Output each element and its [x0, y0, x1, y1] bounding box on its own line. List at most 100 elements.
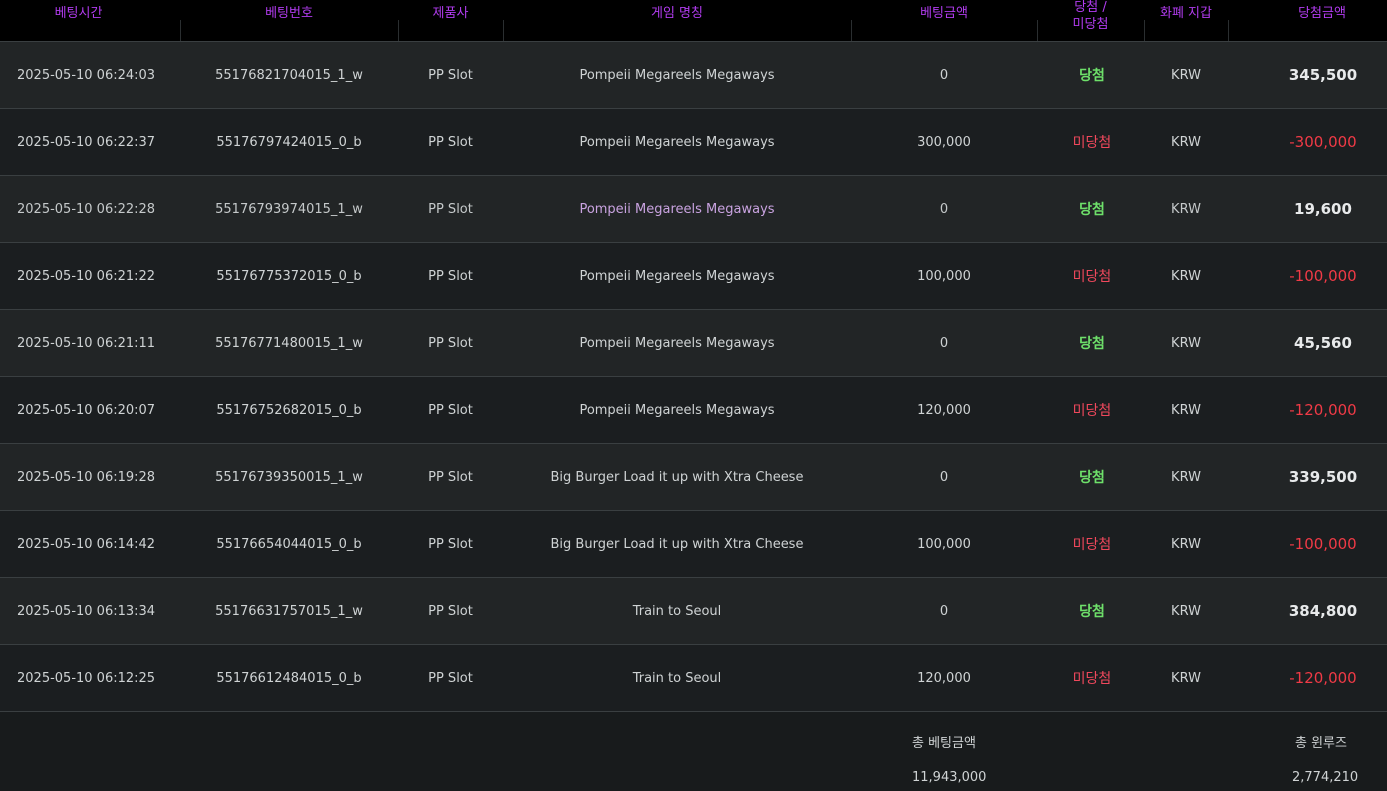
table-row[interactable]: 2025-05-10 06:21:11 55176771480015_1_w PP … — [0, 310, 1387, 377]
win-amount-cell: -100,000 — [1228, 243, 1387, 309]
header-win-amount[interactable]: 당첨금액 — [1228, 0, 1387, 41]
bet-no-cell-text: 55176821704015_1_w — [215, 67, 363, 83]
table-row[interactable]: 2025-05-10 06:21:22 55176775372015_0_b PP … — [0, 243, 1387, 310]
game-name-cell-text: Train to Seoul — [632, 603, 722, 619]
result-badge: 당첨 — [1037, 578, 1147, 644]
header-bet-time[interactable]: 베팅시간 — [0, 0, 157, 41]
provider-cell-text: PP Slot — [428, 670, 473, 686]
win-amount-cell: -120,000 — [1228, 377, 1387, 443]
table-row[interactable]: 2025-05-10 06:24:03 55176821704015_1_w PP … — [0, 42, 1387, 109]
provider-cell: PP Slot — [398, 243, 503, 309]
bet-no-cell-text: 55176631757015_1_w — [215, 603, 363, 619]
bet-amount-cell: 0 — [851, 578, 1037, 644]
bet-amount-cell: 100,000 — [851, 243, 1037, 309]
total-winloss-value: 2,774,210 — [1292, 770, 1359, 785]
header-result[interactable]: 당첨 / 미당첨 — [1037, 0, 1144, 41]
bet-no-cell: 55176612484015_0_b — [180, 645, 398, 711]
bet-time-cell: 2025-05-10 06:24:03 — [17, 42, 177, 108]
game-name-cell: Pompeii Megareels Megaways — [503, 377, 851, 443]
currency-cell-text: KRW — [1171, 402, 1201, 418]
currency-cell: KRW — [1144, 444, 1228, 510]
header-wallet[interactable]: 화폐 지갑 — [1144, 0, 1228, 41]
bet-amount-cell-text: 100,000 — [917, 536, 971, 552]
provider-cell: PP Slot — [398, 109, 503, 175]
table-row[interactable]: 2025-05-10 06:22:37 55176797424015_0_b PP … — [0, 109, 1387, 176]
header-bet-no[interactable]: 베팅번호 — [180, 0, 398, 41]
result-badge-text: 당첨 — [1079, 202, 1105, 218]
currency-cell: KRW — [1144, 243, 1228, 309]
currency-cell-text: KRW — [1171, 469, 1201, 485]
header-game[interactable]: 게임 명칭 — [503, 0, 851, 41]
bet-no-cell: 55176821704015_1_w — [180, 42, 398, 108]
bet-amount-cell: 120,000 — [851, 377, 1037, 443]
win-amount-cell-text: 339,500 — [1288, 468, 1358, 486]
currency-cell-text: KRW — [1171, 201, 1201, 217]
game-name-cell-text: Train to Seoul — [632, 670, 722, 686]
provider-cell-text: PP Slot — [428, 67, 473, 83]
result-badge-text: 미당첨 — [1072, 269, 1112, 285]
bet-time-cell: 2025-05-10 06:13:34 — [17, 578, 177, 644]
bet-time-cell: 2025-05-10 06:14:42 — [17, 511, 177, 577]
game-name-cell: Big Burger Load it up with Xtra Cheese — [503, 444, 851, 510]
header-label: 제품사 — [432, 6, 469, 21]
header-bet-amount[interactable]: 베팅금액 — [851, 0, 1037, 41]
bet-no-cell-text: 55176793974015_1_w — [215, 201, 363, 217]
game-name-cell-text: Big Burger Load it up with Xtra Cheese — [550, 469, 804, 485]
result-badge: 당첨 — [1037, 444, 1147, 510]
currency-cell-text: KRW — [1171, 603, 1201, 619]
game-name-cell: Pompeii Megareels Megaways — [503, 243, 851, 309]
bet-no-cell-text: 55176752682015_0_b — [216, 402, 362, 418]
table-row[interactable]: 2025-05-10 06:14:42 55176654044015_0_b PP … — [0, 511, 1387, 578]
bet-no-cell: 55176797424015_0_b — [180, 109, 398, 175]
bet-amount-cell: 0 — [851, 444, 1037, 510]
provider-cell-text: PP Slot — [428, 201, 473, 217]
total-bet-value: 11,943,000 — [912, 770, 987, 785]
game-name-cell-text: Pompeii Megareels Megaways — [579, 67, 775, 83]
win-amount-cell: -100,000 — [1228, 511, 1387, 577]
bet-time-cell-text: 2025-05-10 06:22:37 — [17, 134, 156, 150]
currency-cell: KRW — [1144, 377, 1228, 443]
bet-amount-cell: 120,000 — [851, 645, 1037, 711]
table-footer: 총 베팅금액 11,943,000 총 윈루즈 2,774,210 — [0, 712, 1387, 791]
header-label: 베팅번호 — [265, 6, 313, 21]
table-row[interactable]: 2025-05-10 06:19:28 55176739350015_1_w PP … — [0, 444, 1387, 511]
table-row[interactable]: 2025-05-10 06:22:28 55176793974015_1_w PP … — [0, 176, 1387, 243]
game-name-cell: Train to Seoul — [503, 578, 851, 644]
win-amount-cell-text: -120,000 — [1289, 669, 1357, 687]
bet-amount-cell: 0 — [851, 310, 1037, 376]
win-amount-cell-text: -300,000 — [1289, 133, 1357, 151]
result-badge-text: 미당첨 — [1072, 537, 1112, 553]
win-amount-cell: 345,500 — [1228, 42, 1387, 108]
bet-time-cell: 2025-05-10 06:20:07 — [17, 377, 177, 443]
bet-no-cell: 55176775372015_0_b — [180, 243, 398, 309]
header-provider[interactable]: 제품사 — [398, 0, 503, 41]
bet-amount-cell-text: 0 — [939, 335, 949, 351]
header-label: 베팅금액 — [920, 6, 968, 21]
bet-no-cell-text: 55176654044015_0_b — [216, 536, 362, 552]
result-badge: 당첨 — [1037, 176, 1147, 242]
table-header: 베팅시간 베팅번호 제품사 게임 명칭 베팅금액 당첨 / 미당첨 화폐 지갑 … — [0, 0, 1387, 42]
bet-no-cell: 55176752682015_0_b — [180, 377, 398, 443]
currency-cell: KRW — [1144, 511, 1228, 577]
provider-cell: PP Slot — [398, 377, 503, 443]
bet-no-cell: 55176793974015_1_w — [180, 176, 398, 242]
table-row[interactable]: 2025-05-10 06:13:34 55176631757015_1_w PP … — [0, 578, 1387, 645]
game-name-cell: Pompeii Megareels Megaways — [503, 109, 851, 175]
result-badge: 당첨 — [1037, 42, 1147, 108]
currency-cell-text: KRW — [1171, 268, 1201, 284]
total-winloss-label: 총 윈루즈 — [1295, 736, 1347, 751]
header-label: 미당첨 — [1072, 16, 1109, 32]
bet-time-cell-text: 2025-05-10 06:24:03 — [17, 67, 156, 83]
header-label: 당첨 / — [1074, 0, 1107, 15]
currency-cell: KRW — [1144, 645, 1228, 711]
table-row[interactable]: 2025-05-10 06:20:07 55176752682015_0_b PP … — [0, 377, 1387, 444]
bet-time-cell: 2025-05-10 06:21:11 — [17, 310, 177, 376]
bet-amount-cell-text: 0 — [939, 67, 949, 83]
game-name-cell-text: Pompeii Megareels Megaways — [579, 402, 775, 418]
win-amount-cell: -120,000 — [1228, 645, 1387, 711]
bet-amount-cell-text: 120,000 — [917, 402, 971, 418]
bet-no-cell-text: 55176739350015_1_w — [215, 469, 363, 485]
table-row[interactable]: 2025-05-10 06:12:25 55176612484015_0_b PP … — [0, 645, 1387, 712]
win-amount-cell-text: -100,000 — [1289, 267, 1357, 285]
result-badge: 미당첨 — [1037, 109, 1147, 175]
